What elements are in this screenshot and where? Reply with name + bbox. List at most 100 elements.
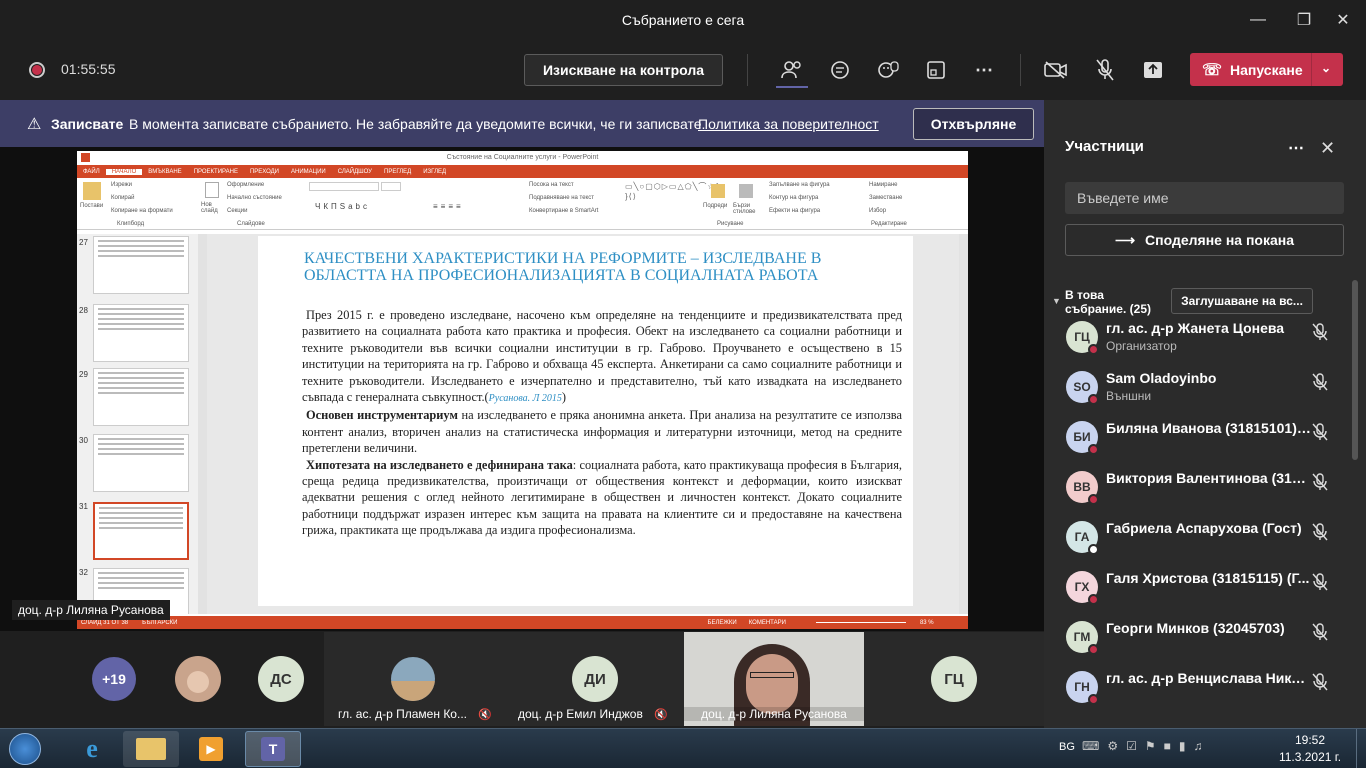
font-format-buttons[interactable]: ЧКПЅabc	[315, 202, 370, 211]
slide-scrollbar[interactable]	[959, 234, 968, 614]
mic-muted-icon[interactable]	[1310, 372, 1330, 392]
participant-search-input[interactable]: Въведете име	[1065, 182, 1344, 214]
file-explorer-icon[interactable]	[123, 731, 179, 767]
request-control-button[interactable]: Изискване на контрола	[524, 54, 723, 86]
share-invite-button[interactable]: ⟶ Споделяне на покана	[1065, 224, 1344, 256]
participant-row[interactable]: ГН гл. ас. д-р Венцислава Нико...	[1044, 666, 1366, 716]
slide-thumbnail[interactable]	[93, 434, 189, 492]
ppt-tab[interactable]: ВМЪКВАНЕ	[142, 169, 187, 175]
camera-off-icon[interactable]	[1040, 50, 1072, 90]
chevron-down-icon[interactable]: ⌄	[1321, 61, 1331, 75]
dismiss-button[interactable]: Отхвърляне	[913, 108, 1034, 140]
start-button[interactable]	[2, 731, 48, 767]
new-slide-icon[interactable]	[205, 182, 219, 198]
align-text-label[interactable]: Подравняване на текст	[529, 195, 594, 201]
layout-label[interactable]: Оформление	[227, 182, 264, 188]
mic-muted-icon[interactable]	[1310, 622, 1330, 642]
participant-row[interactable]: ГЦ гл. ас. д-р Жанета Цонева Организатор	[1044, 316, 1366, 366]
arrange-icon[interactable]	[711, 184, 725, 198]
font-name-box[interactable]	[309, 182, 379, 191]
slide-thumbnail[interactable]	[93, 304, 189, 362]
participant-row[interactable]: ВВ Виктория Валентинова (318...	[1044, 466, 1366, 516]
shape-fill-label[interactable]: Запълване на фигура	[769, 182, 830, 188]
participant-photo-avatar[interactable]	[175, 656, 221, 702]
section-collapse-icon[interactable]: ▼	[1052, 296, 1061, 306]
participant-tile-plamen[interactable]: гл. ас. д-р Пламен Ко... 🔇	[324, 632, 504, 726]
ppt-tab[interactable]: ИЗГЛЕД	[417, 169, 452, 175]
more-actions-icon[interactable]: ⋯	[968, 50, 1000, 90]
teams-icon[interactable]: T	[245, 731, 301, 767]
ppt-tab[interactable]: ПРЕГЛЕД	[378, 169, 417, 175]
participant-avatar-ds[interactable]: ДС	[258, 656, 304, 702]
mic-muted-icon[interactable]	[1310, 472, 1330, 492]
participant-row[interactable]: SO Sam Oladoyinbo Външни	[1044, 366, 1366, 416]
reset-label[interactable]: Начално състояние	[227, 195, 282, 201]
panel-close-icon[interactable]: ✕	[1320, 138, 1335, 159]
panel-scrollbar[interactable]	[1352, 280, 1358, 460]
system-tray-icons[interactable]: ⌨⚙☑⚑■▮♫	[1082, 739, 1210, 753]
shapes-gallery[interactable]: ▭╲○▢⬡▷▭△⬠╲⌒☆{ }⟨⟩	[625, 182, 718, 214]
format-painter-label[interactable]: Копиране на формати	[111, 208, 173, 214]
close-window-button[interactable]: ✕	[1320, 0, 1366, 40]
participant-video-liliana[interactable]: доц. д-р Лиляна Русанова	[684, 632, 864, 726]
reactions-icon[interactable]	[872, 50, 904, 90]
breakout-rooms-icon[interactable]	[920, 50, 952, 90]
mic-muted-icon[interactable]	[1310, 322, 1330, 342]
participant-tile-emil[interactable]: ДИ доц. д-р Емил Инджов 🔇	[504, 632, 684, 726]
thumbnails-scrollbar[interactable]	[198, 234, 207, 614]
shape-outline-label[interactable]: Контур на фигура	[769, 195, 818, 201]
text-direction-label[interactable]: Посока на текст	[529, 182, 574, 188]
slide-thumbnail-selected[interactable]	[93, 502, 189, 560]
ppt-tab[interactable]: АНИМАЦИИ	[285, 169, 332, 175]
mic-muted-icon[interactable]	[1310, 422, 1330, 442]
participant-row[interactable]: ГА Габриела Аспарухова (Гост)	[1044, 516, 1366, 566]
quick-styles-icon[interactable]	[739, 184, 753, 198]
mute-all-button[interactable]: Заглушаване на вс...	[1171, 288, 1313, 314]
participant-row[interactable]: БИ Биляна Иванова (31815101) ...	[1044, 416, 1366, 466]
shape-effects-label[interactable]: Ефекти на фигура	[769, 208, 820, 214]
more-participants-button[interactable]: +19	[92, 657, 136, 701]
paragraph-buttons[interactable]: ≡≡≡≡	[433, 202, 464, 211]
mic-muted-icon[interactable]	[1310, 672, 1330, 692]
participant-tile-gc[interactable]: ГЦ	[864, 632, 1044, 726]
input-language[interactable]: BG	[1059, 741, 1075, 753]
ppt-tab[interactable]: ПРЕХОДИ	[244, 169, 285, 175]
copy-label[interactable]: Копирай	[111, 195, 134, 201]
ppt-tab[interactable]: СЛАЙДШОУ	[332, 169, 378, 175]
smartart-label[interactable]: Конвертиране в SmartArt	[529, 208, 598, 214]
mic-muted-icon[interactable]	[1310, 572, 1330, 592]
notes-button[interactable]: БЕЛЕЖКИ	[708, 620, 737, 626]
comments-button[interactable]: КОМЕНТАРИ	[749, 620, 786, 626]
section-label[interactable]: Секции	[227, 208, 247, 214]
paste-icon[interactable]	[83, 182, 101, 200]
clock-time[interactable]: 19:52	[1270, 733, 1350, 747]
select-label[interactable]: Избор	[869, 208, 886, 214]
zoom-slider[interactable]	[815, 622, 906, 623]
presenter-name-label: доц. д-р Лиляна Русанова	[12, 600, 170, 620]
slide-thumbnail[interactable]	[93, 236, 189, 294]
participant-row[interactable]: ГХ Галя Христова (31815115) (Г...	[1044, 566, 1366, 616]
ppt-tab[interactable]: ПРОЕКТИРАНЕ	[188, 169, 244, 175]
internet-explorer-icon[interactable]: e	[64, 731, 120, 767]
chat-icon[interactable]	[824, 50, 856, 90]
ppt-tab-active[interactable]: НАЧАЛО	[105, 168, 143, 175]
replace-label[interactable]: Заместване	[869, 195, 902, 201]
font-size-box[interactable]	[381, 182, 401, 191]
slide-thumbnail[interactable]	[93, 368, 189, 426]
leave-button[interactable]: ☏ Напускане ⌄	[1190, 53, 1343, 86]
clock-date[interactable]: 11.3.2021 г.	[1270, 750, 1350, 764]
participants-icon[interactable]	[776, 50, 808, 90]
microphone-off-icon[interactable]	[1089, 50, 1121, 90]
share-screen-icon[interactable]	[1137, 50, 1169, 90]
ppt-tab[interactable]: ФАЙЛ	[77, 169, 106, 175]
show-desktop-button[interactable]	[1356, 729, 1366, 768]
mic-muted-icon[interactable]	[1310, 522, 1330, 542]
minimize-button[interactable]: —	[1235, 0, 1281, 40]
media-player-icon[interactable]: ▶	[183, 731, 239, 767]
privacy-policy-link[interactable]: Политика за поверителност	[698, 116, 879, 132]
cut-label[interactable]: Изрежи	[111, 182, 132, 188]
current-slide[interactable]: КАЧЕСТВЕНИ ХАРАКТЕРИСТИКИ НА РЕФОРМИТЕ –…	[258, 236, 913, 606]
panel-more-icon[interactable]: ⋯	[1288, 138, 1304, 158]
participant-row[interactable]: ГМ Георги Минков (32045703)	[1044, 616, 1366, 666]
find-label[interactable]: Намиране	[869, 182, 897, 188]
